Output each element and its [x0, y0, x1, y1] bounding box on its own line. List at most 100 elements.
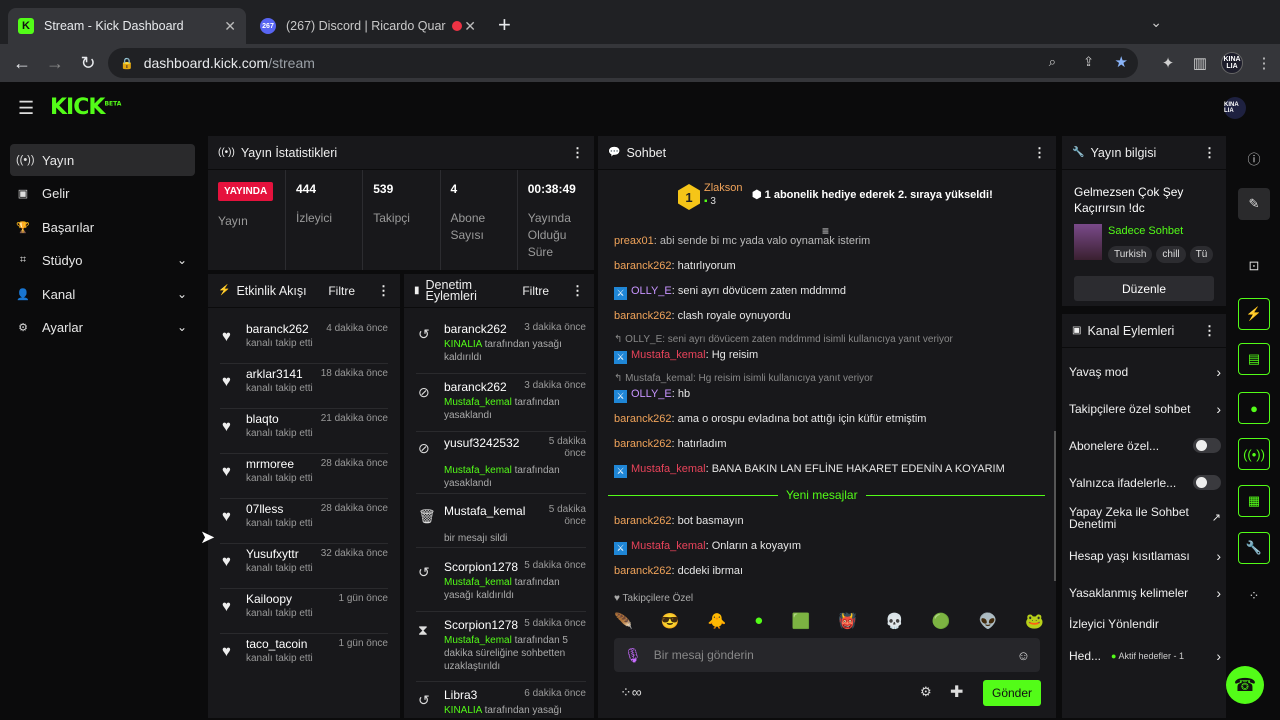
emote-icon[interactable]: 😎: [661, 612, 680, 630]
sidebar-item-yayin[interactable]: ((•)) Yayın: [10, 144, 195, 176]
screenshot-icon[interactable]: ⊡: [1238, 250, 1270, 282]
close-tab-icon[interactable]: ✕: [224, 18, 236, 35]
action-slow-mode[interactable]: Yavaş mod ›: [1069, 364, 1221, 380]
action-account-age[interactable]: Hesap yaşı kısıtlaması ›: [1069, 548, 1221, 564]
action-subs-only[interactable]: Abonelere özel...: [1069, 438, 1221, 453]
chat-settings-gear-icon[interactable]: ⚙: [920, 684, 932, 700]
kebab-menu-icon[interactable]: ⋮: [1203, 323, 1216, 339]
follower-name[interactable]: arklar3141: [246, 367, 303, 381]
action-raid[interactable]: İzleyici Yönlendir: [1069, 617, 1221, 631]
emoji-icon[interactable]: ☺: [1017, 648, 1030, 663]
broadcast-icon[interactable]: ((•)): [1238, 438, 1270, 470]
chat-user[interactable]: OLLY_E: [631, 388, 672, 400]
chat-user[interactable]: OLLY_E: [631, 285, 672, 297]
send-button[interactable]: Gönder: [983, 680, 1041, 706]
follower-name[interactable]: taco_tacoin: [246, 637, 307, 651]
chat-user[interactable]: preax01: [614, 235, 654, 247]
user-name[interactable]: baranck262: [444, 380, 507, 394]
category-name[interactable]: Sadece Sohbet: [1108, 225, 1183, 237]
tab-search-chevron-icon[interactable]: ⌄: [1150, 14, 1162, 31]
subs-only-toggle[interactable]: [1193, 438, 1221, 453]
back-arrow-icon[interactable]: ←: [11, 53, 33, 74]
chat-user[interactable]: Mustafa_kemal: [631, 540, 706, 552]
follower-name[interactable]: Kailoopy: [246, 592, 292, 606]
url-field[interactable]: 🔒 dashboard.kick.com/stream ⌕ ⇪ ★: [108, 48, 1138, 78]
wrench-icon[interactable]: 🔧: [1238, 532, 1270, 564]
emote-icon[interactable]: 🐸: [1025, 612, 1044, 630]
new-tab-button[interactable]: +: [498, 12, 511, 38]
chat-user[interactable]: baranck262: [614, 565, 672, 577]
follower-name[interactable]: mrmoree: [246, 457, 294, 471]
sidebar-item-basarilar[interactable]: 🏆 Başarılar: [10, 211, 195, 243]
emote-icon[interactable]: ●: [754, 612, 763, 630]
kick-points-icon[interactable]: ⁘∞: [620, 684, 642, 701]
emote-icon[interactable]: 💀: [885, 612, 904, 630]
apps-icon[interactable]: ⁘: [1238, 580, 1270, 612]
bolt-icon[interactable]: ⚡: [1238, 298, 1270, 330]
zoom-icon[interactable]: ⌕: [1049, 54, 1056, 70]
user-name[interactable]: Libra3: [444, 688, 477, 702]
chat-bubble-icon[interactable]: ●: [1238, 392, 1270, 424]
user-name[interactable]: yusuf3242532: [444, 436, 519, 450]
emote-icon[interactable]: 🟩: [791, 612, 810, 630]
new-messages-label[interactable]: Yeni mesajlar: [778, 488, 866, 502]
category-thumbnail[interactable]: [1074, 224, 1102, 260]
document-icon[interactable]: ▤: [1238, 343, 1270, 375]
user-name[interactable]: Mustafa_kemal: [444, 504, 525, 518]
browser-menu-icon[interactable]: ⋮: [1248, 54, 1280, 72]
hamburger-menu-icon[interactable]: ☰: [18, 98, 34, 119]
chat-user[interactable]: baranck262: [614, 515, 672, 527]
emotes-only-toggle[interactable]: [1193, 475, 1221, 490]
reload-icon[interactable]: ↻: [77, 53, 99, 74]
user-name[interactable]: Scorpion1278: [444, 618, 518, 632]
user-name[interactable]: baranck262: [444, 322, 507, 336]
kebab-menu-icon[interactable]: ⋮: [1033, 145, 1046, 161]
chat-user[interactable]: baranck262: [614, 438, 672, 450]
chat-user[interactable]: Mustafa_kemal: [631, 463, 706, 475]
moderation-icon[interactable]: ▦: [1238, 485, 1270, 517]
share-icon[interactable]: ⇪: [1083, 54, 1094, 70]
chat-input[interactable]: 🎙 Bir mesaj gönderin ☺: [614, 638, 1040, 672]
edit-pencil-icon[interactable]: ✎: [1238, 188, 1270, 220]
emote-icon[interactable]: 👽: [979, 612, 998, 630]
sidepanel-icon[interactable]: ▥: [1184, 54, 1216, 72]
forward-arrow-icon[interactable]: →: [44, 53, 66, 74]
gifter-name[interactable]: Zlakson: [704, 182, 743, 194]
info-icon[interactable]: ⓘ: [1238, 142, 1270, 174]
bookmark-star-icon[interactable]: ★: [1115, 53, 1128, 71]
emote-icon[interactable]: 🐥: [708, 612, 727, 630]
chat-user[interactable]: baranck262: [614, 310, 672, 322]
filter-button[interactable]: Filtre: [328, 284, 355, 298]
action-goals[interactable]: Hed... ● Aktif hedefler - 1 ›: [1069, 648, 1221, 664]
emote-icon[interactable]: 👹: [838, 612, 857, 630]
filter-button[interactable]: Filtre: [522, 284, 549, 298]
action-emotes-only[interactable]: Yalnızca ifadelerle...: [1069, 475, 1221, 490]
follower-name[interactable]: 07lless: [246, 502, 283, 516]
follower-name[interactable]: Yusufxyttr: [246, 547, 299, 561]
profile-avatar-button[interactable]: KINA LIA: [1216, 52, 1248, 74]
extensions-icon[interactable]: ✦: [1152, 54, 1184, 72]
edit-button[interactable]: Düzenle: [1074, 276, 1214, 301]
tab-kick-dashboard[interactable]: K Stream - Kick Dashboard ✕: [8, 8, 246, 44]
sidebar-item-gelir[interactable]: ▣ Gelir: [10, 177, 195, 209]
sidebar-item-kanal[interactable]: 👤 Kanal ⌄: [10, 278, 195, 310]
action-followers-only[interactable]: Takipçilere özel sohbet ›: [1069, 401, 1221, 417]
support-chat-icon[interactable]: ☎: [1226, 666, 1264, 704]
feather-icon[interactable]: 🪶: [614, 612, 633, 630]
puzzle-icon[interactable]: ✚: [950, 682, 963, 702]
emote-icon[interactable]: 🟢: [932, 612, 951, 630]
action-banned-words[interactable]: Yasaklanmış kelimeler ›: [1069, 585, 1221, 601]
kebab-menu-icon[interactable]: ⋮: [571, 145, 584, 161]
user-avatar[interactable]: KINA LIA: [1224, 97, 1246, 119]
sidebar-item-studyo[interactable]: ⌗ Stüdyo ⌄: [10, 244, 195, 276]
user-name[interactable]: Scorpion1278: [444, 560, 518, 574]
follower-name[interactable]: baranck262: [246, 322, 309, 336]
action-ai-moderation[interactable]: Yapay Zeka ile Sohbet Denetimi ↗: [1069, 506, 1221, 530]
kebab-menu-icon[interactable]: ⋮: [571, 283, 584, 299]
chat-user[interactable]: baranck262: [614, 413, 672, 425]
kick-logo[interactable]: KICKBETA: [50, 95, 121, 120]
chat-user[interactable]: Mustafa_kemal: [631, 349, 706, 361]
close-tab-icon[interactable]: ✕: [464, 18, 476, 35]
chat-user[interactable]: baranck262: [614, 260, 672, 272]
tab-discord[interactable]: 267 (267) Discord | Ricardo Quare ✕: [250, 8, 486, 44]
